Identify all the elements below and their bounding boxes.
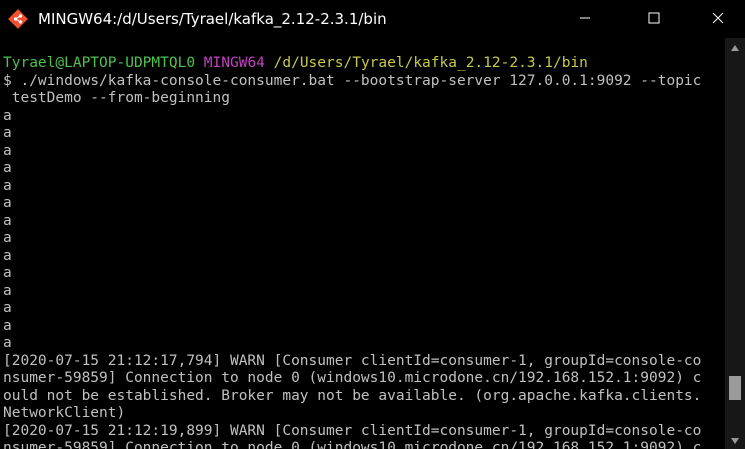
message-line: a: [3, 160, 12, 176]
message-line: a: [3, 247, 12, 264]
terminal-output[interactable]: Tyrael@LAPTOP-UDPMTQL0 MINGW64 /d/Users/…: [0, 38, 724, 449]
window-title: MINGW64:/d/Users/Tyrael/kafka_2.12-2.3.1…: [38, 10, 387, 28]
log-line: [2020-07-15 21:12:19,899] WARN [Consumer…: [3, 422, 702, 439]
message-line: a: [3, 107, 12, 124]
message-line: a: [3, 195, 12, 211]
prompt-line: Tyrael@LAPTOP-UDPMTQL0 MINGW64 /d/Users/…: [3, 55, 724, 73]
message-line: a: [3, 125, 12, 141]
scrollbar-thumb[interactable]: [729, 376, 741, 400]
prompt-user-host: Tyrael@LAPTOP-UDPMTQL0: [3, 55, 196, 71]
log-line: nsumer-59859] Connection to node 0 (wind…: [3, 440, 702, 449]
log-line: [2020-07-15 21:12:17,794] WARN [Consumer…: [3, 352, 702, 369]
title-bar[interactable]: MINGW64:/d/Users/Tyrael/kafka_2.12-2.3.1…: [0, 0, 745, 38]
terminal-window: MINGW64:/d/Users/Tyrael/kafka_2.12-2.3.1…: [0, 0, 745, 449]
command-line-1: $ ./windows/kafka-console-consumer.bat -…: [3, 72, 702, 89]
git-bash-icon[interactable]: [8, 9, 28, 29]
chevron-down-icon: [731, 431, 739, 449]
message-line: a: [3, 282, 12, 299]
message-line: a: [3, 177, 12, 194]
vertical-scrollbar[interactable]: [725, 38, 745, 449]
message-line: a: [3, 230, 12, 246]
maximize-icon: [648, 10, 660, 28]
message-line: a: [3, 142, 12, 159]
message-line: a: [3, 265, 12, 281]
minimize-icon: [579, 10, 591, 28]
chevron-up-icon: [731, 38, 739, 56]
message-line: a: [3, 317, 12, 334]
command-line-2: testDemo --from-beginning: [3, 90, 230, 106]
close-button[interactable]: [695, 0, 741, 38]
close-icon: [712, 10, 724, 28]
minimize-button[interactable]: [562, 0, 608, 38]
log-line: nsumer-59859] Connection to node 0 (wind…: [3, 370, 702, 386]
message-line: a: [3, 212, 12, 229]
prompt-env: MINGW64: [203, 55, 265, 71]
message-line: a: [3, 335, 12, 351]
log-line: ould not be established. Broker may not …: [3, 387, 702, 404]
prompt-path: /d/Users/Tyrael/kafka_2.12-2.3.1/bin: [273, 55, 588, 71]
log-line: NetworkClient): [3, 405, 126, 421]
maximize-button[interactable]: [631, 0, 677, 38]
scroll-up-button[interactable]: [725, 38, 745, 56]
scroll-down-button[interactable]: [725, 431, 745, 449]
message-line: a: [3, 300, 12, 316]
